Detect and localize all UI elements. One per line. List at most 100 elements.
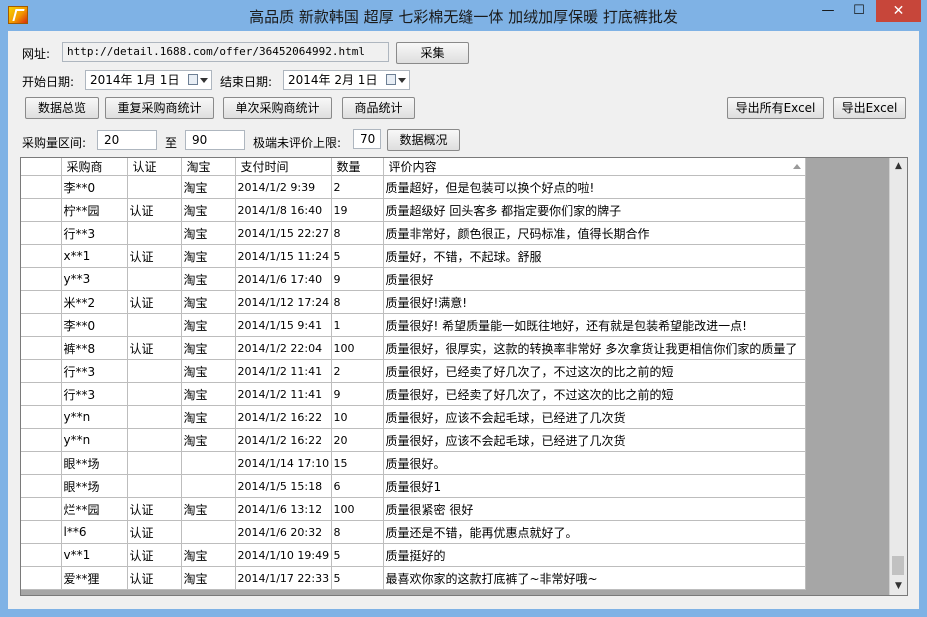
- export-all-excel-button[interactable]: 导出所有Excel: [727, 97, 824, 119]
- cell-certified[interactable]: 认证: [127, 290, 182, 314]
- cell-pay-time[interactable]: 2014/1/2 9:39: [235, 175, 332, 199]
- cell-quantity[interactable]: 20: [331, 428, 384, 452]
- cell-review[interactable]: 质量很好，已经卖了好几次了，不过这次的比之前的短: [383, 359, 806, 383]
- cell-taobao[interactable]: 淘宝: [181, 543, 236, 567]
- cell-quantity[interactable]: 100: [331, 497, 384, 521]
- qty-max-input[interactable]: 90: [185, 130, 245, 150]
- cell-pay-time[interactable]: 2014/1/2 16:22: [235, 428, 332, 452]
- table-row[interactable]: 眼**场 2014/1/14 17:10 15 质量很好。: [21, 451, 806, 475]
- table-row[interactable]: v**1 认证 淘宝 2014/1/10 19:49 5 质量挺好的: [21, 543, 806, 567]
- cell-certified[interactable]: [127, 382, 182, 406]
- cell-buyer[interactable]: 爱**狸: [61, 566, 128, 590]
- cell-quantity[interactable]: 19: [331, 198, 384, 222]
- cell-review[interactable]: 质量很好，应该不会起毛球，已经进了几次货: [383, 405, 806, 429]
- cell-pay-time[interactable]: 2014/1/15 9:41: [235, 313, 332, 337]
- cell-certified[interactable]: 认证: [127, 520, 182, 544]
- cell-buyer[interactable]: 行**3: [61, 221, 128, 245]
- export-excel-button[interactable]: 导出Excel: [833, 97, 906, 119]
- cell-certified[interactable]: [127, 474, 182, 498]
- cell-review[interactable]: 质量很好: [383, 267, 806, 291]
- cell-quantity[interactable]: 100: [331, 336, 384, 360]
- cell-buyer[interactable]: x**1: [61, 244, 128, 268]
- cell-review[interactable]: 质量很好!满意!: [383, 290, 806, 314]
- cell-pay-time[interactable]: 2014/1/2 11:41: [235, 359, 332, 383]
- cell-review[interactable]: 质量很好! 希望质量能一如既往地好，还有就是包装希望能改进一点!: [383, 313, 806, 337]
- table-row[interactable]: 柠**园 认证 淘宝 2014/1/8 16:40 19 质量超级好 回头客多 都指定要你…: [21, 198, 806, 222]
- vertical-scrollbar[interactable]: ▲ ▼: [889, 158, 907, 595]
- cell-certified[interactable]: [127, 428, 182, 452]
- table-row[interactable]: x**1 认证 淘宝 2014/1/15 11:24 5 质量好，不错，不起球。舒服: [21, 244, 806, 268]
- cell-review[interactable]: 质量很好1: [383, 474, 806, 498]
- cell-review[interactable]: 质量超好，但是包装可以换个好点的啦!: [383, 175, 806, 199]
- cell-buyer[interactable]: 烂**园: [61, 497, 128, 521]
- cell-certified[interactable]: [127, 451, 182, 475]
- cell-certified[interactable]: [127, 313, 182, 337]
- table-row[interactable]: 李**0 淘宝 2014/1/2 9:39 2 质量超好，但是包装可以换个好点的啦!: [21, 175, 806, 199]
- cell-pay-time[interactable]: 2014/1/8 16:40: [235, 198, 332, 222]
- cell-taobao[interactable]: 淘宝: [181, 198, 236, 222]
- cell-review[interactable]: 质量很好，很厚实，这款的转换率非常好 多次拿货让我更相信你们家的质量了: [383, 336, 806, 360]
- row-header[interactable]: [21, 244, 62, 268]
- cell-certified[interactable]: 认证: [127, 336, 182, 360]
- cell-quantity[interactable]: 5: [331, 543, 384, 567]
- cell-pay-time[interactable]: 2014/1/2 22:04: [235, 336, 332, 360]
- cell-certified[interactable]: [127, 267, 182, 291]
- row-header[interactable]: [21, 336, 62, 360]
- row-header[interactable]: [21, 198, 62, 222]
- cell-quantity[interactable]: 5: [331, 244, 384, 268]
- column-header-certified[interactable]: 认证: [127, 158, 182, 176]
- cell-pay-time[interactable]: 2014/1/15 22:27: [235, 221, 332, 245]
- cell-buyer[interactable]: 米**2: [61, 290, 128, 314]
- cell-pay-time[interactable]: 2014/1/14 17:10: [235, 451, 332, 475]
- cell-taobao[interactable]: [181, 520, 236, 544]
- cell-buyer[interactable]: 李**0: [61, 175, 128, 199]
- cell-quantity[interactable]: 6: [331, 474, 384, 498]
- repeat-buyer-stats-button[interactable]: 重复采购商统计: [105, 97, 214, 119]
- cell-buyer[interactable]: 行**3: [61, 359, 128, 383]
- cell-buyer[interactable]: y**n: [61, 428, 128, 452]
- scroll-up-icon[interactable]: ▲: [890, 158, 907, 175]
- table-row[interactable]: 米**2 认证 淘宝 2014/1/12 17:24 8 质量很好!满意!: [21, 290, 806, 314]
- cell-taobao[interactable]: 淘宝: [181, 244, 236, 268]
- cell-pay-time[interactable]: 2014/1/2 16:22: [235, 405, 332, 429]
- cell-taobao[interactable]: 淘宝: [181, 313, 236, 337]
- cell-buyer[interactable]: 眼**场: [61, 474, 128, 498]
- cell-review[interactable]: 质量很好，应该不会起毛球，已经进了几次货: [383, 428, 806, 452]
- cell-quantity[interactable]: 15: [331, 451, 384, 475]
- table-row[interactable]: 烂**园 认证 淘宝 2014/1/6 13:12 100 质量很紧密 很好: [21, 497, 806, 521]
- table-row[interactable]: 行**3 淘宝 2014/1/2 11:41 9 质量很好，已经卖了好几次了，不过这次的…: [21, 382, 806, 406]
- row-header[interactable]: [21, 543, 62, 567]
- cell-quantity[interactable]: 8: [331, 520, 384, 544]
- cell-taobao[interactable]: 淘宝: [181, 175, 236, 199]
- cell-taobao[interactable]: 淘宝: [181, 267, 236, 291]
- cell-buyer[interactable]: 柠**园: [61, 198, 128, 222]
- cell-buyer[interactable]: l**6: [61, 520, 128, 544]
- row-header[interactable]: [21, 405, 62, 429]
- maximize-button[interactable]: ☐: [845, 0, 873, 22]
- cell-taobao[interactable]: 淘宝: [181, 290, 236, 314]
- column-header-buyer[interactable]: 采购商: [61, 158, 128, 176]
- cell-pay-time[interactable]: 2014/1/12 17:24: [235, 290, 332, 314]
- collect-button[interactable]: 采集: [396, 42, 469, 64]
- table-row[interactable]: 爱**狸 认证 淘宝 2014/1/17 22:33 5 最喜欢你家的这款打底裤了~非常好…: [21, 566, 806, 590]
- cell-pay-time[interactable]: 2014/1/15 11:24: [235, 244, 332, 268]
- extreme-review-input[interactable]: 70: [353, 129, 381, 149]
- cell-pay-time[interactable]: 2014/1/17 22:33: [235, 566, 332, 590]
- cell-quantity[interactable]: 8: [331, 221, 384, 245]
- cell-taobao[interactable]: 淘宝: [181, 382, 236, 406]
- cell-buyer[interactable]: y**3: [61, 267, 128, 291]
- cell-certified[interactable]: [127, 221, 182, 245]
- close-button[interactable]: ✕: [876, 0, 921, 22]
- data-summary-button[interactable]: 数据总览: [25, 97, 99, 119]
- row-header[interactable]: [21, 290, 62, 314]
- cell-pay-time[interactable]: 2014/1/2 11:41: [235, 382, 332, 406]
- cell-pay-time[interactable]: 2014/1/10 19:49: [235, 543, 332, 567]
- cell-review[interactable]: 质量还是不错，能再优惠点就好了。: [383, 520, 806, 544]
- data-grid[interactable]: 采购商 认证 淘宝 支付时间 数量 评价内容 李**0 淘宝 2014/1/2 9:…: [20, 157, 908, 596]
- cell-certified[interactable]: [127, 359, 182, 383]
- row-header[interactable]: [21, 566, 62, 590]
- qty-min-input[interactable]: 20: [97, 130, 157, 150]
- cell-pay-time[interactable]: 2014/1/5 15:18: [235, 474, 332, 498]
- cell-certified[interactable]: [127, 175, 182, 199]
- cell-certified[interactable]: 认证: [127, 497, 182, 521]
